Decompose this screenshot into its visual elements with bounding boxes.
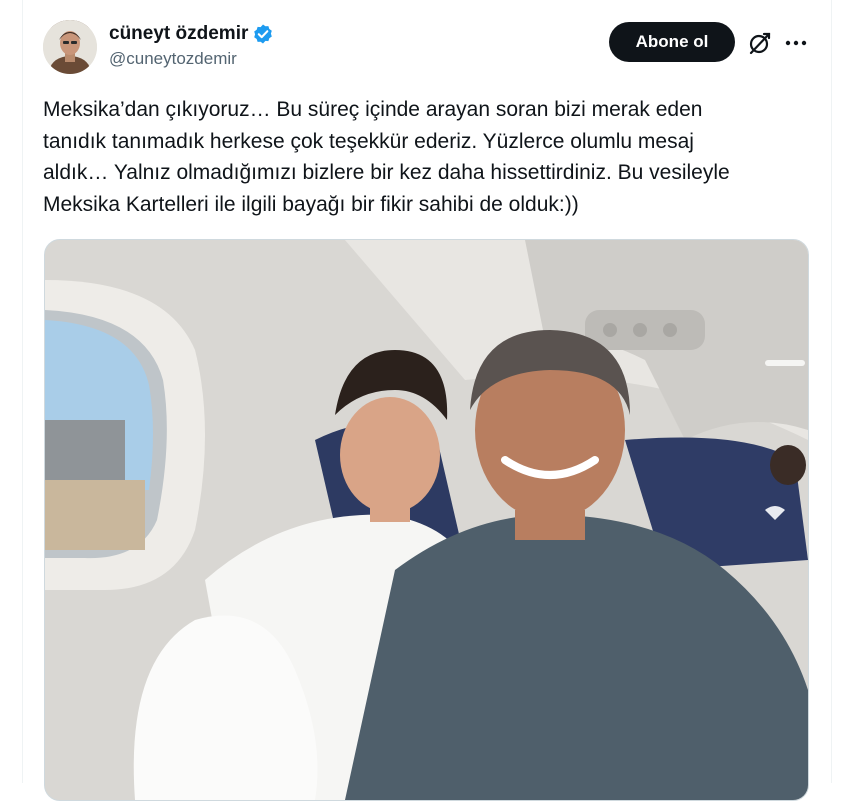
author-info[interactable]: cüneyt özdemir @cuneytozdemir xyxy=(109,22,274,70)
grok-icon[interactable] xyxy=(747,30,773,56)
author-handle[interactable]: @cuneytozdemir xyxy=(109,48,274,70)
avatar[interactable] xyxy=(43,20,97,74)
tweet-text-line: aldık… Yalnız olmadığımızı bizlere bir k… xyxy=(43,161,730,184)
avatar-image xyxy=(43,20,97,74)
more-icon[interactable] xyxy=(783,30,809,56)
tweet-text: Meksika’dan çıkıyoruz… Bu süreç içinde a… xyxy=(43,94,803,220)
photo-airplane-selfie xyxy=(45,240,808,800)
author-display-name-row[interactable]: cüneyt özdemir xyxy=(109,22,274,46)
tweet-text-line: Meksika’dan çıkıyoruz… Bu süreç içinde a… xyxy=(43,98,703,121)
author-display-name[interactable]: cüneyt özdemir xyxy=(109,22,248,46)
tweet-text-line: Meksika Kartelleri ile ilgili bayağı bir… xyxy=(43,192,579,216)
tweet-text-line: tanıdık tanımadık herkese çok teşekkür e… xyxy=(43,129,694,153)
follow-button[interactable]: Abone ol xyxy=(609,22,735,62)
tweet-card: cüneyt özdemir @cuneytozdemir Abone ol M… xyxy=(22,0,832,801)
tweet-photo[interactable] xyxy=(44,239,809,801)
verified-badge-icon[interactable] xyxy=(252,23,274,45)
